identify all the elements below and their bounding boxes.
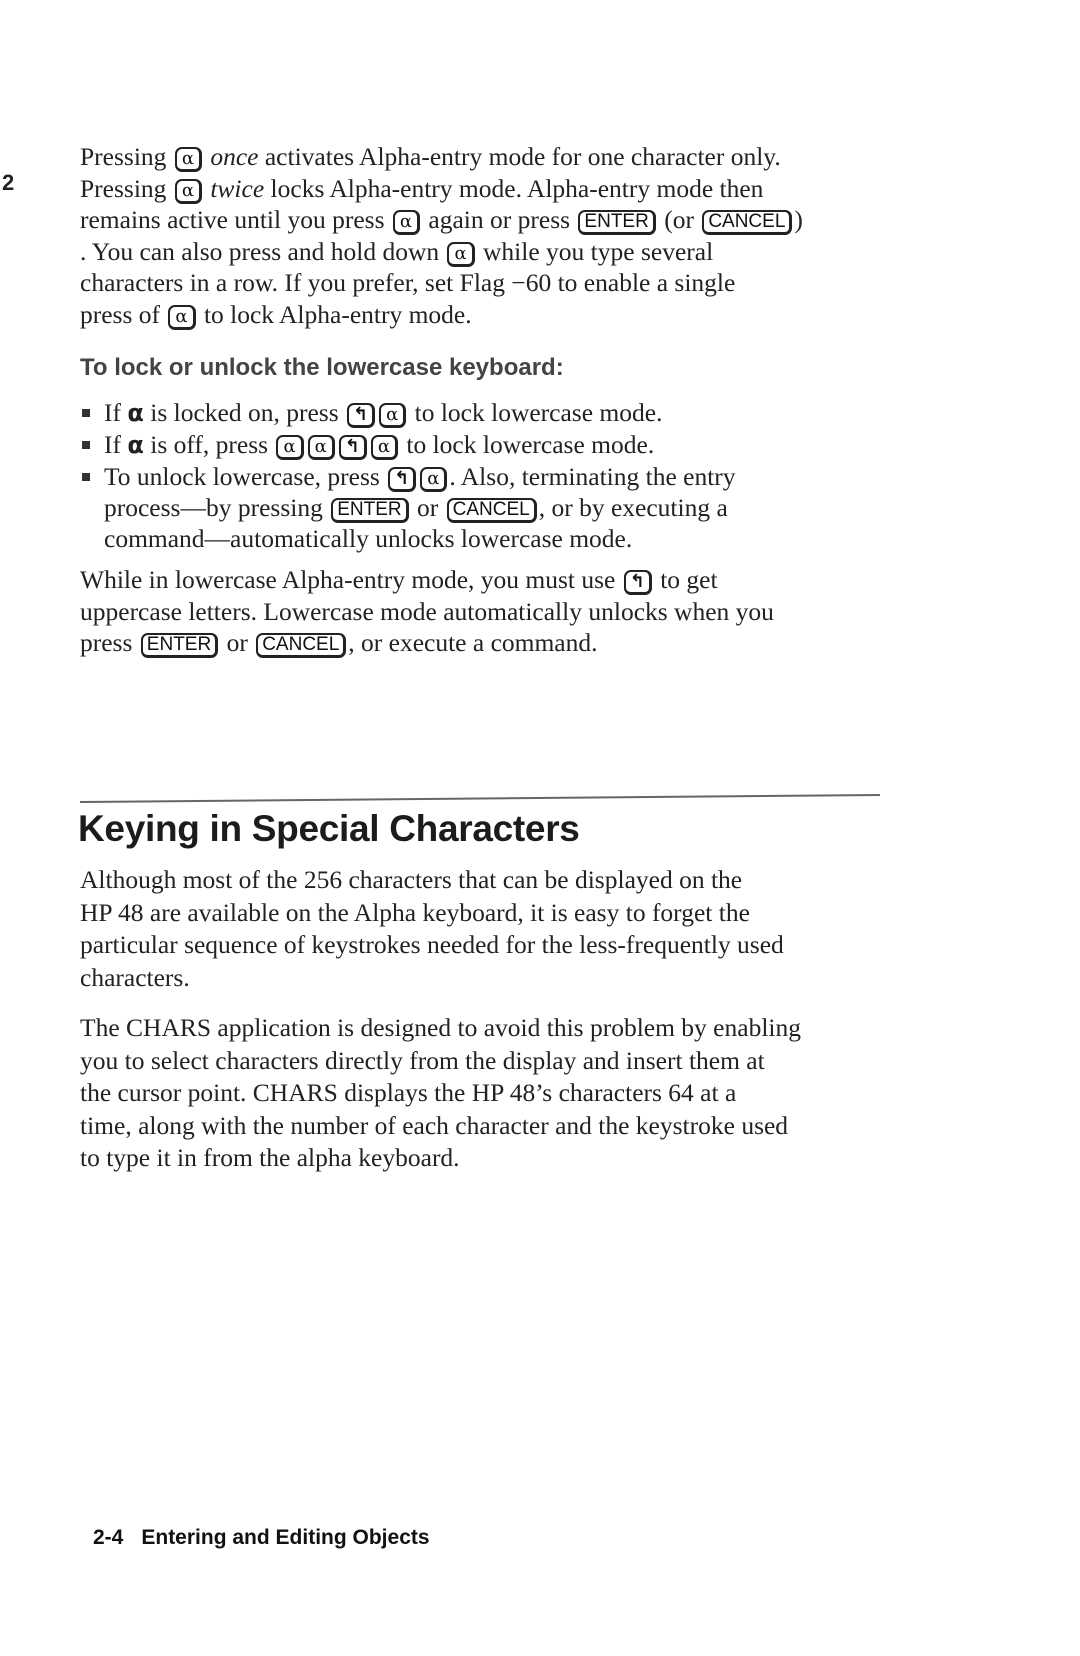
- section-divider: [79, 794, 880, 803]
- bullet-icon: [82, 473, 90, 481]
- intro-line: . You can also press and hold down α whi…: [80, 236, 714, 267]
- alpha-key-icon: α: [379, 403, 407, 428]
- enter-key-icon: ENTER: [331, 498, 409, 523]
- subheading: To lock or unlock the lowercase keyboard…: [80, 354, 564, 381]
- list-item-continuation: command—automatically unlocks lowercase …: [104, 524, 633, 553]
- left-shift-key-icon: ↰: [338, 435, 367, 460]
- list-item-continuation: process—by pressing ENTER or CANCEL, or …: [104, 493, 728, 523]
- left-shift-key-icon: ↰: [388, 467, 417, 492]
- intro-paragraph: Pressing α once activates Alpha-entry mo…: [80, 141, 920, 330]
- bullet-icon: [82, 409, 90, 417]
- alpha-key-icon: α: [370, 435, 398, 460]
- intro-line: characters in a row. If you prefer, set …: [80, 268, 736, 297]
- lowercase-steps-list: If α is locked on, press ↰ α to lock lowe…: [80, 397, 940, 554]
- intro-line: press of α to lock Alpha-entry mode.: [80, 299, 472, 330]
- intro-line: Pressing α twice locks Alpha-entry mode.…: [80, 173, 764, 204]
- alpha-key-icon: α: [174, 178, 202, 204]
- cancel-key-icon: CANCEL: [702, 210, 793, 235]
- enter-key-icon: ENTER: [140, 633, 219, 658]
- alpha-key-icon: α: [307, 435, 335, 460]
- alpha-key-icon: α: [447, 241, 475, 267]
- list-item: If α is off, press α α ↰ α to lock lowercas…: [80, 429, 940, 461]
- alpha-annunciator-icon: α: [127, 399, 144, 427]
- section-title: Keying in Special Characters: [78, 808, 580, 849]
- alpha-key-icon: α: [276, 435, 304, 460]
- section-paragraph-2: The CHARS application is designed to avo…: [80, 1013, 801, 1172]
- left-shift-key-icon: ↰: [347, 403, 376, 428]
- lowercase-paragraph: While in lowercase Alpha-entry mode, you…: [80, 565, 774, 658]
- cancel-key-icon: CANCEL: [446, 498, 537, 523]
- page-number: 2-4: [93, 1526, 124, 1549]
- alpha-key-icon: α: [420, 467, 448, 492]
- alpha-key-icon: α: [174, 147, 202, 172]
- bullet-icon: [82, 441, 90, 449]
- left-shift-key-icon: ↰: [623, 570, 652, 595]
- alpha-key-icon: α: [392, 210, 421, 235]
- enter-key-icon: ENTER: [578, 210, 656, 235]
- cancel-key-icon: CANCEL: [256, 633, 347, 658]
- alpha-annunciator-icon: α: [127, 431, 144, 459]
- section-paragraph-1: Although most of the 256 characters that…: [80, 865, 784, 992]
- chapter-tab: 2: [2, 170, 15, 195]
- list-item: If α is locked on, press ↰ α to lock lowe…: [80, 397, 940, 429]
- intro-line: Pressing α once activates Alpha-entry mo…: [80, 142, 781, 172]
- list-item: To unlock lowercase, press ↰ α. Also, ter…: [80, 461, 940, 554]
- alpha-key-icon: α: [168, 304, 196, 330]
- footer-chapter-title: Entering and Editing Objects: [141, 1526, 430, 1549]
- page-footer: 2-4 Entering and Editing Objects: [93, 1526, 430, 1550]
- intro-line: remains active until you press α again o…: [80, 205, 803, 235]
